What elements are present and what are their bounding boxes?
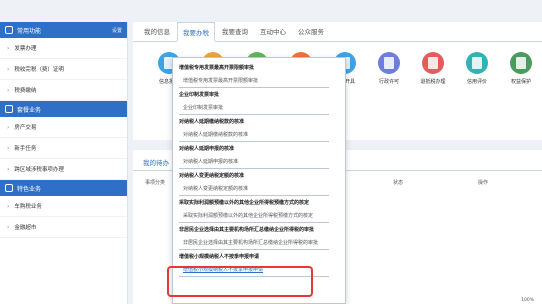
top-strip [0, 0, 542, 22]
sidebar-item-label: 发票办理 [14, 46, 37, 52]
status-bar: 100% [280, 298, 542, 304]
menu-group-title: 采取实际利润额预缴以外的其他企业所得税预缴方式的核定 [179, 200, 310, 206]
main-tabs: 我的信息 我要办税 我要查询 互动中心 公众服务 [133, 22, 542, 42]
settings-link[interactable]: 设置 [112, 27, 122, 34]
app-label: 退抵税办理 [420, 79, 446, 85]
star-icon [5, 184, 13, 192]
chevron-right-icon: › [7, 144, 10, 152]
menu-item[interactable]: 增值税专用发票最高开票限额审批 [173, 75, 345, 88]
package-icon [5, 105, 13, 113]
sidebar-item[interactable]: › 房产交易 [0, 117, 127, 138]
chevron-right-icon: › [7, 202, 10, 210]
sidebar-item-label: 车购税业务 [14, 204, 42, 210]
app-icon [510, 52, 532, 74]
menu-item[interactable]: 非居民企业选择由其主要机构场所汇总缴纳企业所得税的审批 [173, 237, 345, 250]
menu-group-title: 非居民企业选择由其主要机构场所汇总缴纳企业所得税的审批 [179, 227, 315, 233]
tab-interaction-center[interactable]: 互动中心 [255, 22, 291, 42]
sidebar-item-label: 房产交易 [14, 125, 37, 131]
menu-group-title: 对纳税人变更纳税定额的核准 [179, 173, 245, 179]
sidebar-item[interactable]: › 税费缴纳 [0, 80, 127, 101]
tab-my-todo[interactable]: 我的待办 [143, 157, 169, 171]
sidebar: 常用功能 设置 › 发票办理 › 税收完税（费）证明 › 税费缴纳 套餐业务 › 房产交… [0, 22, 128, 304]
menu-item[interactable]: 对纳税人延期申报的核准 [173, 156, 345, 169]
menu-group-title: 增值税专用发票最高开票限额审批 [179, 65, 255, 71]
app-label: 权益保护 [510, 79, 531, 85]
sidebar-item[interactable]: › 车购税业务 [0, 196, 127, 217]
sidebar-item[interactable]: › 新手任务 [0, 138, 127, 159]
menu-group-title: 对纳税人延期缴纳税款的核准 [179, 119, 245, 125]
tab-my-info[interactable]: 我的信息 [139, 22, 175, 42]
menu-icon [5, 26, 13, 34]
sidebar-item[interactable]: › 跨区域涉税事项办理 [0, 159, 127, 180]
sidebar-item[interactable]: › 税收完税（费）证明 [0, 59, 127, 80]
app-label: 行政许可 [378, 79, 399, 85]
sidebar-section-title: 常用功能 [17, 27, 42, 35]
chevron-right-icon: › [7, 65, 10, 73]
tab-query[interactable]: 我要查询 [217, 22, 253, 42]
app-tile[interactable]: 权益保护 [499, 52, 542, 85]
chevron-right-icon: › [7, 223, 10, 231]
chevron-right-icon: › [7, 86, 10, 94]
sidebar-section-header[interactable]: 特色业务 [0, 180, 127, 196]
app-label: 信用评价 [466, 79, 487, 85]
column-header-status: 状态 [393, 180, 404, 186]
menu-item[interactable]: 采取实际利润额预缴以外的其他企业所得税预缴方式的核定 [173, 210, 345, 223]
app-tile[interactable]: 信用评价 [455, 52, 499, 85]
menu-item[interactable]: 对纳税人延期缴纳税款的核准 [173, 129, 345, 142]
sidebar-section-title: 特色业务 [17, 185, 42, 193]
sidebar-item-label: 跨区域涉税事项办理 [14, 167, 64, 173]
sidebar-item-label: 金融超市 [14, 225, 37, 231]
chevron-right-icon: › [7, 44, 10, 52]
app-tile[interactable]: 退抵税办理 [411, 52, 455, 85]
app-icon [466, 52, 488, 74]
column-header-category: 事项分类 [145, 180, 166, 186]
menu-group-title: 企业印制发票审批 [179, 92, 220, 98]
sidebar-section-header[interactable]: 套餐业务 [0, 101, 127, 117]
sidebar-item-label: 税费缴纳 [14, 88, 37, 94]
sidebar-item-label: 税收完税（费）证明 [14, 67, 64, 73]
tab-tax-handling[interactable]: 我要办税 [177, 22, 215, 42]
sidebar-item[interactable]: › 金融超市 [0, 217, 127, 238]
sidebar-item[interactable]: › 发票办理 [0, 38, 127, 59]
zoom-level: 100% [521, 298, 534, 303]
tab-public-service[interactable]: 公众服务 [293, 22, 329, 42]
chevron-right-icon: › [7, 123, 10, 131]
sidebar-section-header[interactable]: 常用功能 设置 [0, 22, 127, 38]
app-icon [422, 52, 444, 74]
sidebar-section-title: 套餐业务 [17, 106, 42, 114]
app-tile[interactable]: 行政许可 [367, 52, 411, 85]
menu-item[interactable]: 对纳税人变更纳税定额的核准 [173, 183, 345, 196]
menu-group-title: 增值税小规模纳税人不按季申报申请 [179, 254, 260, 260]
highlight-box [167, 266, 313, 297]
sidebar-item-label: 新手任务 [14, 146, 37, 152]
chevron-right-icon: › [7, 165, 10, 173]
menu-group-title: 对纳税人延期申报的核准 [179, 146, 235, 152]
column-header-action: 操作 [478, 180, 489, 186]
menu-item[interactable]: 企业印制发票审批 [173, 102, 345, 115]
app-icon [378, 52, 400, 74]
